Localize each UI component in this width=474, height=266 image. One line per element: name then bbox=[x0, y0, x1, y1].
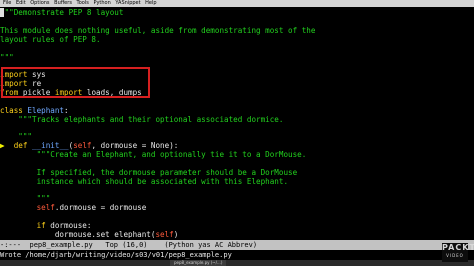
docstring-text: """Tracks elephants and their optional a… bbox=[0, 115, 284, 124]
menu-file[interactable]: File bbox=[3, 0, 11, 6]
keyword: class bbox=[0, 106, 23, 115]
code-text: : bbox=[64, 106, 69, 115]
code-text: dormouse.set_elephant( bbox=[0, 230, 156, 238]
docstring-text: """ bbox=[0, 53, 14, 62]
menu-buffers[interactable]: Buffers bbox=[54, 0, 72, 6]
code-line: """ bbox=[0, 53, 14, 62]
docstring-text: """Create an Elephant, and optionally ti… bbox=[0, 150, 307, 159]
code-line: If specified, the dormouse parameter sho… bbox=[0, 168, 298, 177]
code-editor[interactable]: """Demonstrate PEP 8 layout This module … bbox=[0, 8, 474, 238]
docstring-text: instance which should be associated with… bbox=[0, 177, 289, 186]
menu-yasnippet[interactable]: YASnippet bbox=[115, 0, 140, 6]
code-line: if dormouse: bbox=[0, 221, 92, 230]
menu-tools[interactable]: Tools bbox=[77, 0, 89, 6]
docstring-text: If specified, the dormouse parameter sho… bbox=[0, 168, 298, 177]
code-text: , dormouse = None): bbox=[91, 141, 179, 150]
self-keyword: self bbox=[155, 230, 174, 238]
mode-line: -:--- pep8_example.py Top (16,0) (Python… bbox=[0, 240, 474, 250]
docstring-text: This module does nothing useful, aside f… bbox=[0, 26, 316, 35]
docstring-text: """ bbox=[0, 194, 51, 203]
taskbar: pep8_example.py (~/...) bbox=[0, 260, 474, 266]
code-text: .dormouse = dormouse bbox=[54, 203, 147, 212]
docstring-text: layout rules of PEP 8. bbox=[0, 35, 101, 44]
code-line: instance which should be associated with… bbox=[0, 177, 288, 186]
code-text: ) bbox=[173, 230, 179, 238]
taskbar-item-label[interactable]: pep8_example.py (~/...) bbox=[170, 260, 227, 266]
logo-name: PACKT bbox=[442, 243, 474, 252]
docstring-text: """ bbox=[0, 132, 33, 141]
code-line: """Tracks elephants and their optional a… bbox=[0, 115, 283, 124]
keyword: if bbox=[0, 221, 46, 230]
code-line: self.dormouse = dormouse bbox=[0, 203, 147, 212]
keyword: def bbox=[13, 141, 28, 150]
code-line: This module does nothing useful, aside f… bbox=[0, 26, 315, 35]
code-line: """ bbox=[0, 132, 32, 141]
menu-bar: File Edit Options Buffers Tools Python Y… bbox=[0, 0, 474, 7]
menu-options[interactable]: Options bbox=[30, 0, 49, 6]
logo-sub: VIDEO bbox=[446, 253, 464, 258]
menu-help[interactable]: Help bbox=[145, 0, 156, 6]
import-highlight-box bbox=[1, 67, 150, 98]
code-text: dormouse: bbox=[45, 221, 92, 230]
minibuffer[interactable]: Wrote /home/djarb/writing/video/s03/v01/… bbox=[0, 251, 474, 260]
code-line: """Demonstrate PEP 8 layout bbox=[0, 8, 123, 17]
packt-logo: PACKT VIDEO bbox=[442, 243, 474, 262]
menu-edit[interactable]: Edit bbox=[16, 0, 26, 6]
code-line: """Create an Elephant, and optionally ti… bbox=[0, 150, 307, 159]
code-line: class Elephant: bbox=[0, 106, 69, 115]
code-line: layout rules of PEP 8. bbox=[0, 35, 101, 44]
self-keyword: self bbox=[73, 141, 92, 150]
code-line: """ bbox=[0, 194, 51, 203]
class-name: Elephant bbox=[22, 106, 65, 115]
function-name: __init__ bbox=[27, 141, 69, 150]
docstring-text: """Demonstrate PEP 8 layout bbox=[0, 8, 124, 17]
self-keyword: self bbox=[0, 203, 55, 212]
code-line: dormouse.set_elephant(self) bbox=[0, 230, 178, 238]
text-cursor bbox=[0, 8, 4, 17]
menu-python[interactable]: Python bbox=[93, 0, 110, 6]
code-line: ▶ def __init__(self, dormouse = None): bbox=[0, 141, 178, 150]
